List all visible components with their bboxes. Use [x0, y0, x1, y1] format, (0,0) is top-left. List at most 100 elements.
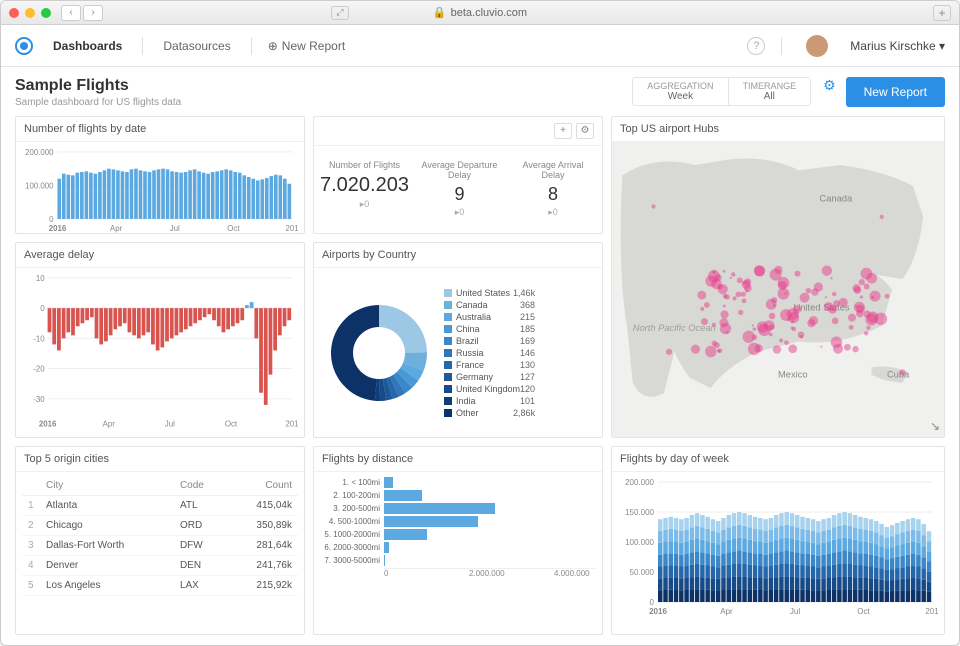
add-widget-icon[interactable]: + — [554, 123, 572, 139]
svg-text:Cuba: Cuba — [887, 370, 910, 380]
user-avatar[interactable] — [806, 35, 828, 57]
card-title: Average delay — [24, 249, 94, 261]
svg-text:2016: 2016 — [649, 607, 667, 616]
card-title: Top US airport Hubs — [620, 123, 719, 135]
card-title: Flights by day of week — [620, 453, 729, 465]
plus-circle-icon: ⊕ — [268, 39, 278, 53]
dashboard-settings-icon[interactable]: ⚙ — [823, 77, 836, 94]
svg-text:Jul: Jul — [790, 607, 800, 616]
kpi-value: 9 — [409, 184, 510, 205]
svg-text:2016: 2016 — [49, 224, 67, 233]
svg-text:-20: -20 — [33, 365, 45, 374]
dashboard-title: Sample Flights — [15, 77, 181, 95]
nav-dashboards[interactable]: Dashboards — [49, 39, 126, 53]
new-report-button[interactable]: New Report — [846, 77, 945, 107]
kpi-label: Average Arrival Delay — [510, 160, 596, 180]
card-title: Flights by distance — [322, 453, 413, 465]
close-window-button[interactable] — [9, 8, 19, 18]
legend-row: India101 — [444, 395, 535, 407]
table-row: 4DenverDEN241,76k — [22, 556, 298, 576]
card-top-cities: Top 5 origin cities CityCodeCount1Atlant… — [15, 446, 305, 635]
svg-text:200.000: 200.000 — [25, 148, 54, 157]
svg-text:2016: 2016 — [39, 420, 57, 429]
nav-datasources[interactable]: Datasources — [159, 39, 234, 53]
kpi-label: Average Departure Delay — [409, 160, 510, 180]
svg-text:Oct: Oct — [857, 607, 870, 616]
kpi-value: 7.020.203 — [320, 174, 409, 197]
card-flights-by-distance: Flights by distance 1. < 100mi2. 100-200… — [313, 446, 603, 635]
map-expand-icon[interactable]: ↘ — [930, 419, 940, 433]
svg-text:150.000: 150.000 — [625, 508, 654, 517]
distance-bar-chart: 1. < 100mi2. 100-200mi3. 200-500mi4. 500… — [314, 472, 602, 634]
svg-text:-30: -30 — [33, 395, 45, 404]
legend-row: United Kingdom120 — [444, 383, 535, 395]
browser-back-button[interactable]: ‹ — [61, 5, 81, 21]
kpi-delta: ▸0 — [320, 199, 409, 210]
svg-text:Apr: Apr — [103, 420, 116, 429]
kpi-delta: ▸0 — [510, 207, 596, 218]
table-row: 3Dallas-Fort WorthDFW281,64k — [22, 536, 298, 556]
delay-bar-chart: -30-20-100102016AprJulOct201 — [22, 272, 298, 430]
timerange-filter[interactable]: TIMERANGE All — [728, 77, 812, 106]
legend-row: France130 — [444, 359, 535, 371]
aggregation-filter[interactable]: AGGREGATION Week — [632, 77, 727, 106]
svg-text:10: 10 — [36, 274, 45, 283]
us-hubs-map[interactable]: North Pacific Ocean Canada United States… — [612, 142, 944, 437]
table-row: 5Los AngelesLAX215,92k — [22, 576, 298, 596]
svg-text:0: 0 — [49, 215, 54, 224]
svg-text:Apr: Apr — [110, 224, 123, 233]
kpi-value: 8 — [510, 184, 596, 205]
svg-text:201: 201 — [285, 420, 297, 429]
help-icon[interactable]: ? — [747, 37, 765, 55]
dashboard-header: Sample Flights Sample dashboard for US f… — [1, 67, 959, 116]
app-logo[interactable] — [15, 37, 33, 55]
svg-text:100.000: 100.000 — [625, 538, 654, 547]
svg-text:Apr: Apr — [720, 607, 733, 616]
dayweek-stacked-chart: 0 50.000 100.000 150.000 200.000 2016 Apr Jul Oc… — [618, 476, 938, 616]
svg-text:-10: -10 — [33, 334, 45, 343]
flights-bar-chart: 0100.000200.0002016AprJulOct201 — [22, 146, 298, 233]
svg-text:Oct: Oct — [227, 224, 240, 233]
browser-titlebar: ‹ › ⤢ 🔒 beta.cluvio.com + — [1, 1, 959, 25]
new-tab-button[interactable]: + — [933, 5, 951, 21]
svg-text:0: 0 — [650, 598, 655, 607]
legend-row: China185 — [444, 323, 535, 335]
user-menu[interactable]: Marius Kirschke ▾ — [850, 39, 945, 53]
svg-text:200.000: 200.000 — [625, 478, 654, 487]
kpi-label: Number of Flights — [320, 160, 409, 170]
svg-text:201: 201 — [285, 224, 297, 233]
kpi-delta: ▸0 — [409, 207, 510, 218]
svg-text:50.000: 50.000 — [630, 568, 655, 577]
svg-text:Oct: Oct — [225, 420, 238, 429]
legend-row: United States1,46k — [444, 287, 535, 299]
card-title: Top 5 origin cities — [24, 453, 109, 465]
table-row: 1AtlantaATL415,04k — [22, 496, 298, 516]
svg-text:0: 0 — [40, 304, 45, 313]
countries-donut-chart — [324, 298, 434, 408]
cities-table: CityCodeCount1AtlantaATL415,04k2ChicagoO… — [22, 476, 298, 596]
svg-text:201: 201 — [925, 607, 938, 616]
minimize-window-button[interactable] — [25, 8, 35, 18]
svg-text:Jul: Jul — [170, 224, 180, 233]
legend-row: Canada368 — [444, 299, 535, 311]
card-flights-by-day: Flights by day of week 0 50.000 100.000 150… — [611, 446, 945, 635]
url-text: beta.cluvio.com — [451, 7, 527, 19]
dashboard-subtitle: Sample dashboard for US flights data — [15, 97, 181, 108]
address-bar[interactable]: 🔒 beta.cluvio.com — [433, 6, 527, 19]
fullscreen-icon[interactable]: ⤢ — [331, 6, 349, 20]
legend-row: Other2,86k — [444, 407, 535, 419]
card-airports-by-country: Airports by Country United States1,46kCa… — [313, 242, 603, 438]
nav-new-report[interactable]: ⊕ New Report — [268, 39, 345, 53]
card-title: Airports by Country — [322, 249, 416, 261]
top-nav: Dashboards Datasources ⊕ New Report ? Ma… — [1, 25, 959, 67]
svg-text:Mexico: Mexico — [778, 370, 808, 380]
card-kpis: + ⚙ Number of Flights 7.020.203 ▸0 Avera… — [313, 116, 603, 234]
card-flights-by-date: Number of flights by date 0100.000200.00… — [15, 116, 305, 234]
widget-settings-icon[interactable]: ⚙ — [576, 123, 594, 139]
browser-forward-button[interactable]: › — [83, 5, 103, 21]
nav-divider — [781, 37, 782, 55]
nav-divider — [251, 37, 252, 55]
table-row: 2ChicagoORD350,89k — [22, 516, 298, 536]
zoom-window-button[interactable] — [41, 8, 51, 18]
legend-row: Russia146 — [444, 347, 535, 359]
